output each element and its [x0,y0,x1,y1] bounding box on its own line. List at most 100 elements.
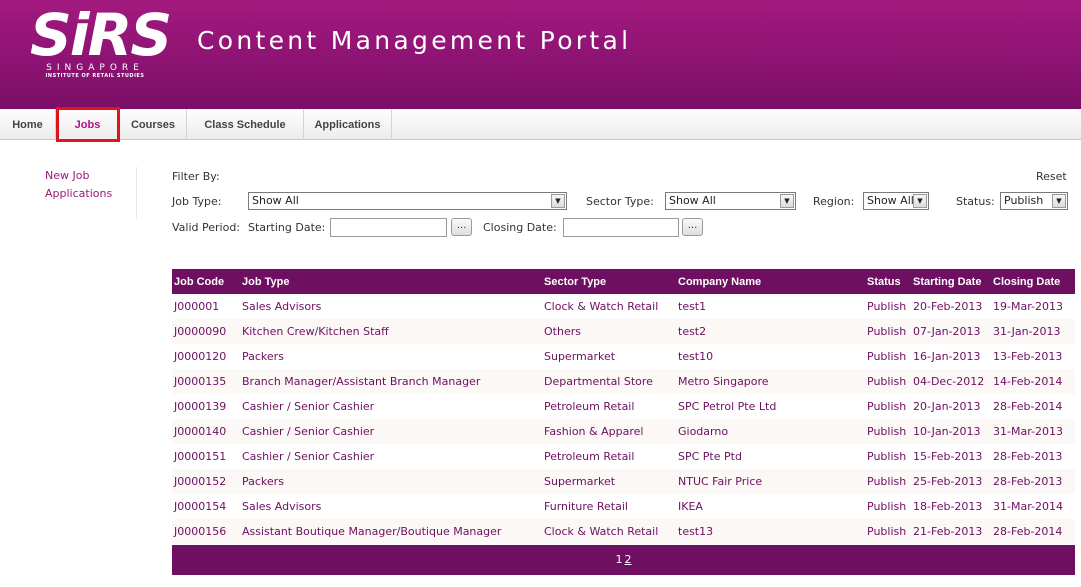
starting-date-input[interactable] [330,218,447,237]
region-select[interactable]: Show All ▼ [863,192,929,210]
company-name-cell: test1 [678,300,707,313]
company-name-cell: SPC Pte Ptd [678,450,742,463]
company-name-cell: IKEA [678,500,703,513]
logo-wordmark: SiRS [30,1,172,69]
closing-date-picker-button[interactable]: ... [682,218,703,236]
job-code-cell[interactable]: J0000139 [172,394,240,419]
sidebar-item-applications[interactable]: Applications [45,185,136,203]
status-cell: Publish [865,519,911,544]
job-type-cell: Cashier / Senior Cashier [240,419,542,444]
reset-link[interactable]: Reset [1036,170,1067,183]
column-job-type-header[interactable]: Job Type [240,269,542,294]
company-name-cell: Metro Singapore [676,369,865,394]
job-code-cell[interactable]: J0000140 [172,419,240,444]
table-row[interactable]: J0000154 Sales Advisors Furniture Retail IK… [172,494,1075,519]
sector-type-select[interactable]: Show All ▼ [665,192,796,210]
job-code-cell[interactable]: J0000156 [172,519,240,544]
pagination: 12 [172,545,1075,575]
job-type-cell: Branch Manager/Assistant Branch Manager [240,369,542,394]
job-type-select[interactable]: Show All ▼ [248,192,567,210]
sector-type-cell: Clock & Watch Retail [544,300,659,313]
chevron-down-icon: ▼ [1052,194,1066,208]
company-name-cell: NTUC Fair Price [676,469,865,494]
job-type-cell: Sales Advisors [242,500,322,513]
tab-home[interactable]: Home [0,109,56,140]
starting-date-label: Starting Date: [248,221,326,234]
status-cell: Publish [865,469,911,494]
status-cell: Publish [867,500,907,513]
table-row[interactable]: J0000140 Cashier / Senior Cashier Fashion … [172,419,1075,444]
table-row[interactable]: J000001 Sales Advisors Clock & Watch Retai… [172,294,1075,319]
closing-date-cell: 31-Mar-2013 [991,419,1075,444]
closing-date-input[interactable] [563,218,679,237]
sector-type-cell: Supermarket [544,350,616,363]
starting-date-cell: 25-Feb-2013 [911,469,991,494]
starting-date-picker-button[interactable]: ... [451,218,472,236]
starting-date-cell: 10-Jan-2013 [911,419,991,444]
closing-date-cell: 13-Feb-2013 [993,350,1063,363]
company-name-cell: Giodarno [676,419,865,444]
status-select[interactable]: Publish ▼ [1000,192,1068,210]
sector-type-cell: Furniture Retail [544,500,628,513]
job-code-cell[interactable]: J0000120 [172,344,240,369]
filter-by-label: Filter By: [172,170,220,183]
page-link-2[interactable]: 2 [625,553,632,566]
job-code-cell[interactable]: J0000135 [172,369,240,394]
status-cell: Publish [865,319,911,344]
jobs-table: Job Code Job Type Sector Type Company Name S… [172,269,1075,544]
closing-date-label: Closing Date: [483,221,557,234]
table-row[interactable]: J0000156 Assistant Boutique Manager/Bouti… [172,519,1075,544]
main-nav: Home Jobs Courses Class Schedule Applica… [0,109,1081,140]
logo-subtitle-institute: INSTITUTE OF RETAIL STUDIES [45,73,145,79]
valid-period-label: Valid Period: [172,221,241,234]
starting-date-cell: 16-Jan-2013 [913,350,981,363]
sirs-logo[interactable]: SiRS SINGAPORE INSTITUTE OF RETAIL STUDI… [30,1,172,79]
column-job-code-header[interactable]: Job Code [172,269,240,294]
job-code-cell[interactable]: J0000154 [172,494,240,519]
job-type-cell: Assistant Boutique Manager/Boutique Mana… [240,519,542,544]
sector-type-cell: Others [542,319,676,344]
job-code-cell[interactable]: J0000151 [172,444,240,469]
column-status-header[interactable]: Status [865,269,911,294]
region-value: Show All [867,194,914,207]
job-type-cell: Packers [240,469,542,494]
table-row[interactable]: J0000135 Branch Manager/Assistant Branch … [172,369,1075,394]
job-code-cell[interactable]: J000001 [172,294,240,319]
job-type-cell: Cashier / Senior Cashier [242,450,375,463]
logo-subtitle-country: SINGAPORE [46,63,144,73]
sidebar: New Job Applications [45,167,137,219]
starting-date-cell: 07-Jan-2013 [911,319,991,344]
table-row[interactable]: J0000090 Kitchen Crew/Kitchen Staff Others… [172,319,1075,344]
job-code-cell[interactable]: J0000090 [172,319,240,344]
job-type-cell: Kitchen Crew/Kitchen Staff [240,319,542,344]
active-tab-highlight [56,107,120,142]
starting-date-cell: 21-Feb-2013 [911,519,991,544]
sector-type-label: Sector Type: [586,195,654,208]
sidebar-item-new-job[interactable]: New Job [45,167,136,185]
column-company-name-header[interactable]: Company Name [676,269,865,294]
job-type-label: Job Type: [172,195,222,208]
tab-applications[interactable]: Applications [304,109,392,140]
job-code-cell[interactable]: J0000152 [172,469,240,494]
table-header-row: Job Code Job Type Sector Type Company Name S… [172,269,1075,294]
table-row[interactable]: J0000151 Cashier / Senior Cashier Petroleu… [172,444,1075,469]
tab-courses[interactable]: Courses [120,109,187,140]
job-type-cell: Packers [242,350,284,363]
sector-type-cell: Clock & Watch Retail [542,519,676,544]
table-row[interactable]: J0000120 Packers Supermarket test10 Publish 1… [172,344,1075,369]
company-name-cell: SPC Petrol Pte Ltd [678,400,777,413]
sector-type-value: Show All [669,194,716,207]
status-label: Status: [956,195,995,208]
table-row[interactable]: J0000139 Cashier / Senior Cashier Petroleu… [172,394,1075,419]
job-type-value: Show All [252,194,299,207]
portal-title: Content Management Portal [197,26,632,55]
column-starting-date-header[interactable]: Starting Date [911,269,991,294]
column-sector-type-header[interactable]: Sector Type [542,269,676,294]
company-name-cell: test10 [678,350,714,363]
starting-date-cell: 20-Feb-2013 [913,300,983,313]
status-cell: Publish [867,450,907,463]
table-row[interactable]: J0000152 Packers Supermarket NTUC Fair Pric… [172,469,1075,494]
column-closing-date-header[interactable]: Closing Date [991,269,1075,294]
tab-class-schedule[interactable]: Class Schedule [187,109,304,140]
chevron-down-icon: ▼ [913,194,927,208]
